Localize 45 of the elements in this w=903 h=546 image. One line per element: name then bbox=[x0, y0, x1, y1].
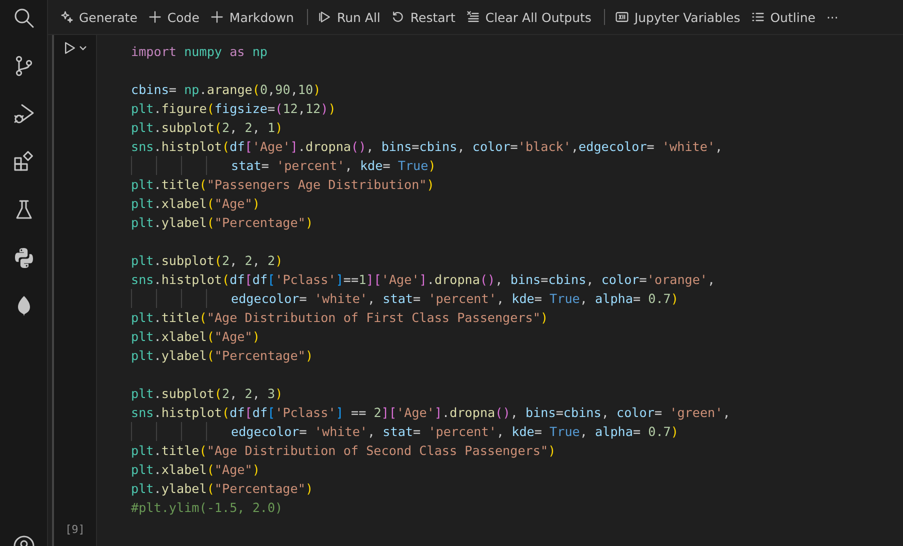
toolbar-button[interactable]: Jupyter Variables bbox=[611, 6, 744, 28]
toolbar-button[interactable]: Outline bbox=[747, 6, 820, 28]
code-line: stat= 'percent', kde= True) bbox=[131, 156, 903, 175]
code-line: edgecolor= 'white', stat= 'percent', kde= True, alpha= 0.7) bbox=[131, 422, 903, 441]
play-icon bbox=[63, 41, 77, 55]
toolbar-button[interactable]: Markdown bbox=[206, 6, 298, 28]
more-button[interactable]: ··· bbox=[822, 6, 842, 28]
code-line: plt.xlabel("Age") bbox=[131, 328, 261, 346]
code-line: plt.title("Passengers Age Distribution") bbox=[131, 176, 436, 194]
restart-icon bbox=[391, 10, 406, 24]
run-cell-button[interactable] bbox=[63, 41, 87, 55]
code-line: plt.figure(figsize=(12,12)) bbox=[131, 100, 337, 118]
code-line: #plt.ylim(-1.5, 2.0) bbox=[131, 499, 284, 517]
code-line: edgecolor= 'white', stat= 'percent', kde= True, alpha= 0.7) bbox=[131, 289, 903, 308]
code-line: plt.subplot(2, 2, 1) bbox=[131, 119, 284, 137]
code-line: cbins= np.arange(0,90,10) bbox=[131, 81, 322, 99]
run-debug-icon[interactable] bbox=[12, 102, 36, 126]
code-line: import numpy as np bbox=[131, 43, 268, 61]
clear-outputs-icon bbox=[466, 10, 480, 24]
variables-icon bbox=[615, 10, 630, 24]
code-line: sns.histplot(df[df['Pclass']==1]['Age'].dropna(), bins=cbins, color='orange', bbox=[131, 271, 716, 289]
code-line: plt.xlabel("Age") bbox=[131, 461, 261, 479]
toolbar-button[interactable]: Code bbox=[144, 6, 204, 28]
run-all-icon bbox=[318, 10, 332, 24]
plus-icon bbox=[148, 10, 162, 24]
extensions-icon[interactable] bbox=[12, 150, 36, 174]
code-line: plt.ylabel("Percentage") bbox=[131, 347, 314, 365]
chevron-down-icon bbox=[79, 44, 87, 52]
code-line: plt.subplot(2, 2, 3) bbox=[131, 385, 284, 403]
list-icon bbox=[751, 10, 766, 24]
code-line: plt.subplot(2, 2, 2) bbox=[131, 252, 284, 270]
code-line: sns.histplot(df['Age'].dropna(), bins=cbins, color='black',edgecolor= 'white', bbox=[131, 138, 724, 156]
execution-count: [9] bbox=[65, 523, 85, 536]
code-line: plt.xlabel("Age") bbox=[131, 195, 261, 213]
toolbar-button[interactable]: Clear All Outputs bbox=[462, 6, 596, 28]
sparkle-icon bbox=[60, 10, 74, 24]
toolbar-button[interactable]: Restart bbox=[387, 6, 460, 28]
code-line: plt.ylabel("Percentage") bbox=[131, 214, 314, 232]
code-line: plt.title("Age Distribution of First Class Passengers") bbox=[131, 309, 550, 327]
code-line: plt.title("Age Distribution of Second Class Passengers") bbox=[131, 442, 557, 460]
code-line: plt.ylabel("Percentage") bbox=[131, 480, 314, 498]
plus-icon bbox=[210, 10, 224, 24]
toolbar-button[interactable]: Run All bbox=[314, 6, 384, 28]
code-line: sns.histplot(df[df['Pclass'] == 2]['Age'].dropna(), bins=cbins, color= 'green', bbox=[131, 404, 732, 422]
toolbar-button[interactable]: Generate bbox=[56, 6, 142, 28]
